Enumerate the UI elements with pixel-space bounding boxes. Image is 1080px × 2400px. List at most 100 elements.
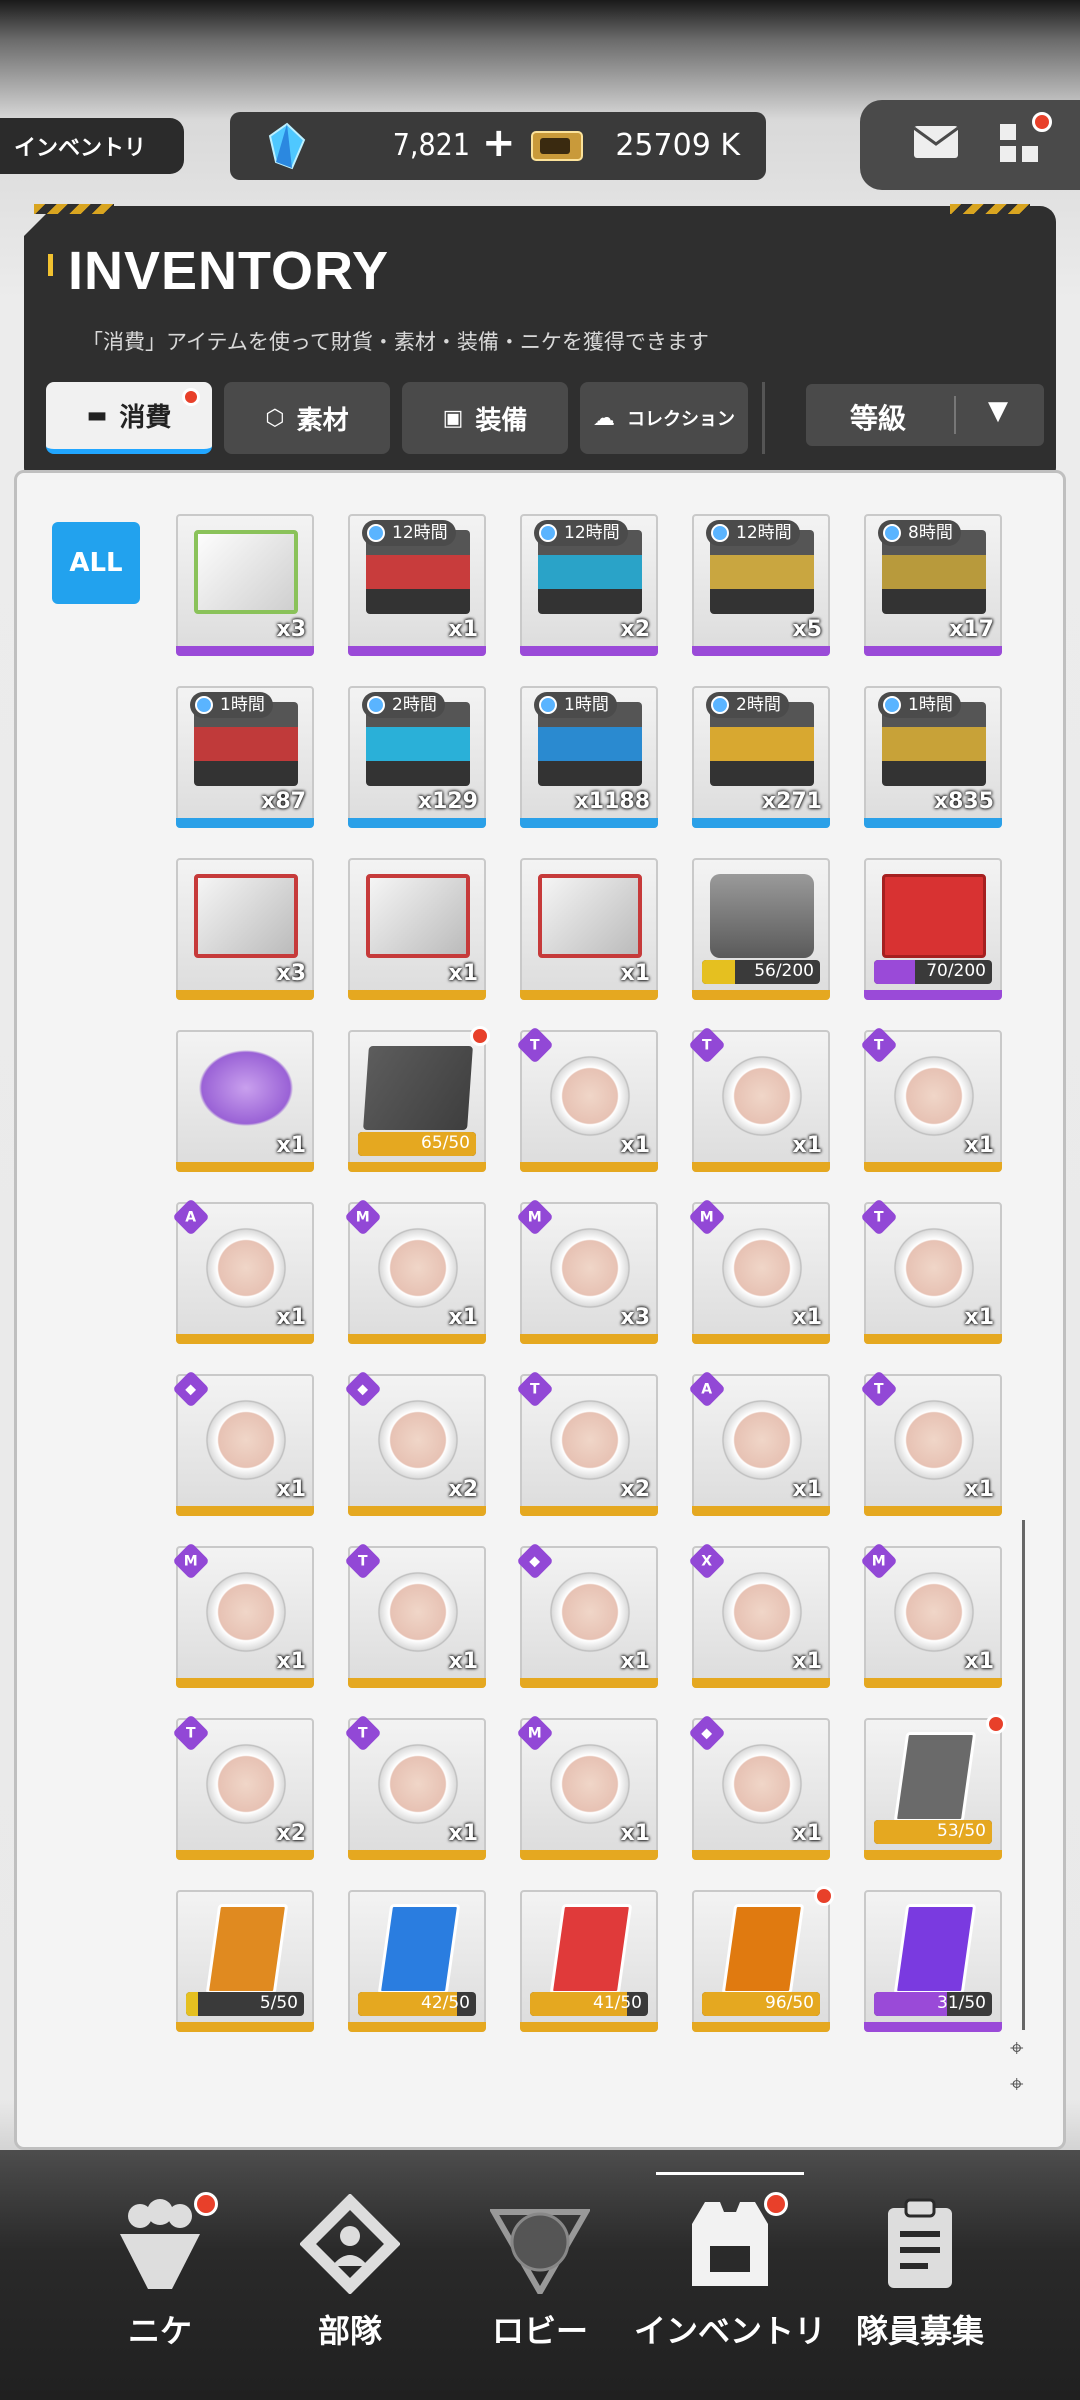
inventory-item[interactable]: Mx1: [688, 1198, 830, 1344]
inventory-item[interactable]: Tx1: [344, 1542, 486, 1688]
item-image: [716, 1394, 808, 1486]
item-quantity: x3: [276, 617, 307, 642]
location-label: インベントリ: [0, 118, 184, 174]
inventory-item[interactable]: 1時間 x1188: [520, 686, 658, 828]
progress-bar: 41/50: [530, 1992, 648, 2016]
inventory-item[interactable]: ◆ x1: [516, 1542, 658, 1688]
item-image: [372, 1222, 464, 1314]
class-badge-icon: T: [344, 1714, 382, 1752]
tab-material[interactable]: ⬡ 素材: [224, 382, 390, 454]
inventory-item[interactable]: 2時間 x129: [348, 686, 486, 828]
inventory-item[interactable]: Mx3: [516, 1198, 658, 1344]
progress-fill: [186, 1992, 198, 2016]
inventory-item[interactable]: x1: [348, 858, 486, 1000]
inventory-item[interactable]: Tx1: [516, 1026, 658, 1172]
inventory-item[interactable]: Ax1: [172, 1198, 314, 1344]
class-badge-label: T: [702, 1036, 712, 1054]
tab-label: コレクション: [627, 409, 735, 430]
inventory-item[interactable]: Tx1: [860, 1026, 1002, 1172]
inventory-item[interactable]: Xx1: [688, 1542, 830, 1688]
item-quantity: x87: [261, 789, 306, 814]
inventory-item[interactable]: 56/200: [692, 858, 830, 1000]
timer-badge: 2時間: [362, 692, 445, 718]
notification-dot: [194, 2192, 218, 2216]
inventory-item[interactable]: 70/200: [864, 858, 1002, 1000]
inventory-item[interactable]: x3: [176, 858, 314, 1000]
progress-bar: 56/200: [702, 960, 820, 984]
item-quantity: x2: [620, 617, 651, 642]
inventory-item[interactable]: ◆ x1: [688, 1714, 830, 1860]
progress-bar: 5/50: [186, 1992, 304, 2016]
sort-label: 等級: [850, 402, 907, 435]
inventory-item[interactable]: Tx1: [860, 1370, 1002, 1516]
item-quantity: x1: [964, 1305, 995, 1330]
inventory-item[interactable]: 5/50: [176, 1890, 314, 2032]
equipment-icon: ▣: [442, 405, 464, 431]
menu-grid-icon[interactable]: [1000, 124, 1040, 164]
inventory-item[interactable]: 65/50: [348, 1026, 490, 1172]
inventory-item[interactable]: 2時間 x271: [692, 686, 830, 828]
inventory-item[interactable]: 53/50: [864, 1714, 1006, 1860]
tab-collection[interactable]: ☁ コレクション: [580, 382, 748, 454]
item-quantity: x1: [448, 1305, 479, 1330]
class-badge-label: T: [874, 1036, 884, 1054]
inventory-item[interactable]: x3: [176, 514, 314, 656]
inventory-item[interactable]: 31/50: [864, 1890, 1002, 2032]
inventory-item[interactable]: 12時間 x1: [348, 514, 486, 656]
inventory-item[interactable]: Ax1: [688, 1370, 830, 1516]
inventory-item[interactable]: 8時間 x17: [864, 514, 1002, 656]
inventory-item[interactable]: ◆ x1: [172, 1370, 314, 1516]
tab-label: 装備: [475, 405, 528, 436]
scroll-up-icon[interactable]: ⌖: [1010, 2034, 1024, 2062]
tab-equipment[interactable]: ▣ 装備: [402, 382, 568, 454]
inventory-item[interactable]: Mx1: [172, 1542, 314, 1688]
class-badge-icon: T: [516, 1026, 554, 1064]
nav-inventory[interactable]: インベントリ: [630, 2184, 830, 2364]
item-image: [888, 1050, 980, 1142]
inventory-item[interactable]: 1時間 x835: [864, 686, 1002, 828]
inventory-item[interactable]: Tx2: [172, 1714, 314, 1860]
nav-lobby[interactable]: ロビー: [440, 2184, 640, 2364]
inventory-item[interactable]: Tx1: [344, 1714, 486, 1860]
class-badge-icon: A: [172, 1198, 210, 1236]
class-badge-icon: M: [516, 1714, 554, 1752]
inventory-item[interactable]: 12時間 x5: [692, 514, 830, 656]
nav-label: インベントリ: [633, 2312, 826, 2350]
nav-nikke[interactable]: ニケ: [60, 2184, 260, 2364]
inventory-item[interactable]: Tx1: [688, 1026, 830, 1172]
class-badge-label: A: [185, 1208, 197, 1226]
inventory-item[interactable]: x1: [176, 1030, 314, 1172]
inventory-item[interactable]: Mx1: [516, 1714, 658, 1860]
item-image: [372, 1566, 464, 1658]
scrollbar[interactable]: [1022, 1520, 1025, 2030]
item-image: [200, 1394, 292, 1486]
inventory-item[interactable]: 12時間 x2: [520, 514, 658, 656]
notification-dot: [814, 1886, 834, 1906]
sort-dropdown[interactable]: 等級 ▼: [806, 384, 1044, 446]
inventory-item[interactable]: ◆ x2: [344, 1370, 486, 1516]
inventory-item[interactable]: Mx1: [860, 1542, 1002, 1688]
inventory-item[interactable]: 1時間 x87: [176, 686, 314, 828]
inventory-item[interactable]: x1: [520, 858, 658, 1000]
add-gems-button[interactable]: +: [482, 120, 516, 166]
nav-squad[interactable]: 部隊: [250, 2184, 450, 2364]
item-image: [372, 1738, 464, 1830]
class-badge-label: T: [874, 1380, 884, 1398]
item-image: [716, 1222, 808, 1314]
inventory-item[interactable]: Tx2: [516, 1370, 658, 1516]
inventory-item[interactable]: Tx1: [860, 1198, 1002, 1344]
class-badge-label: T: [530, 1380, 540, 1398]
scroll-down-icon[interactable]: ⌖: [1010, 2070, 1024, 2098]
class-badge-label: ◆: [357, 1380, 369, 1398]
nav-recruit[interactable]: 隊員募集: [820, 2184, 1020, 2364]
item-image: [377, 1904, 461, 1994]
nav-active-indicator: [656, 2172, 804, 2175]
item-image: [194, 1046, 298, 1130]
inventory-item[interactable]: 96/50: [692, 1886, 834, 2032]
inventory-item[interactable]: 42/50: [348, 1890, 486, 2032]
filter-all-button[interactable]: ALL: [52, 522, 140, 604]
tab-consumable[interactable]: ▬ 消費: [46, 382, 212, 454]
mail-icon[interactable]: [912, 124, 960, 160]
inventory-item[interactable]: 41/50: [520, 1890, 658, 2032]
inventory-item[interactable]: Mx1: [344, 1198, 486, 1344]
